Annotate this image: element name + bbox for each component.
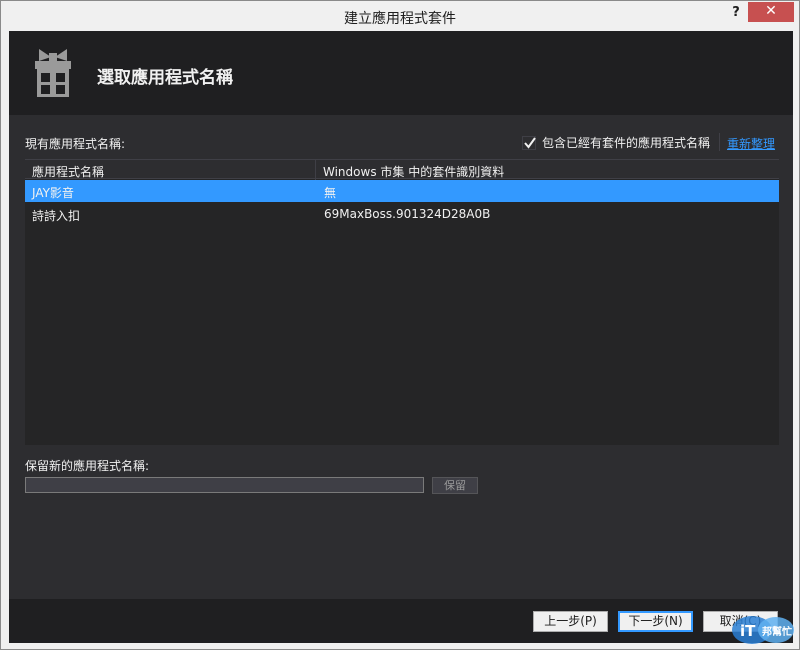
column-divider[interactable] <box>315 160 316 180</box>
dialog-footer: 上一步(P) 下一步(N) 取消(C) <box>9 599 793 643</box>
dialog-window: 建立應用程式套件 ? ✕ 選取應用程式名稱 現有應用程式名稱: 包含已經有套件的… <box>0 0 800 650</box>
include-existing-checkbox-group[interactable]: 包含已經有套件的應用程式名稱 <box>522 134 710 151</box>
existing-names-label: 現有應用程式名稱: <box>25 137 126 151</box>
window-title: 建立應用程式套件 <box>344 11 456 27</box>
gift-icon <box>33 47 73 99</box>
title-bar: 建立應用程式套件 ? ✕ <box>1 1 799 31</box>
close-button[interactable]: ✕ <box>748 2 794 22</box>
column-header-app-name[interactable]: 應用程式名稱 <box>32 163 104 180</box>
reserve-button[interactable]: 保留 <box>432 477 478 494</box>
previous-button[interactable]: 上一步(P) <box>533 611 608 632</box>
page-title: 選取應用程式名稱 <box>97 68 233 88</box>
main-content: 現有應用程式名稱: 包含已經有套件的應用程式名稱 重新整理 應用程式名稱 Win… <box>9 115 793 599</box>
reserve-name-label: 保留新的應用程式名稱: <box>25 459 150 473</box>
svg-text:邦幫忙: 邦幫忙 <box>762 625 792 638</box>
help-button[interactable]: ? <box>725 3 747 25</box>
reserve-name-input[interactable] <box>25 477 424 493</box>
next-button[interactable]: 下一步(N) <box>618 611 693 632</box>
app-names-list[interactable]: 應用程式名稱 Windows 市集 中的套件識別資料 JAY影音 無 詩詩入扣 … <box>25 159 779 445</box>
dialog-header: 選取應用程式名稱 <box>9 31 793 115</box>
svg-text:iT: iT <box>740 622 756 640</box>
include-existing-checkbox[interactable] <box>522 135 536 150</box>
divider <box>719 133 720 151</box>
list-row[interactable]: 詩詩入扣 69MaxBoss.901324D28A0B <box>25 203 779 225</box>
app-name-cell: 詩詩入扣 <box>32 209 81 223</box>
package-id-cell: 69MaxBoss.901324D28A0B <box>324 207 491 221</box>
app-name-cell: JAY影音 <box>32 186 74 200</box>
include-existing-label: 包含已經有套件的應用程式名稱 <box>542 136 711 150</box>
refresh-link[interactable]: 重新整理 <box>727 135 775 152</box>
checkmark-icon <box>524 136 536 149</box>
column-header-package-id[interactable]: Windows 市集 中的套件識別資料 <box>323 163 504 180</box>
list-header: 應用程式名稱 Windows 市集 中的套件識別資料 <box>25 159 779 180</box>
package-id-cell: 無 <box>324 186 337 200</box>
ithome-watermark-logo: iT 邦幫忙 <box>730 612 796 646</box>
list-row[interactable]: JAY影音 無 <box>25 180 779 202</box>
